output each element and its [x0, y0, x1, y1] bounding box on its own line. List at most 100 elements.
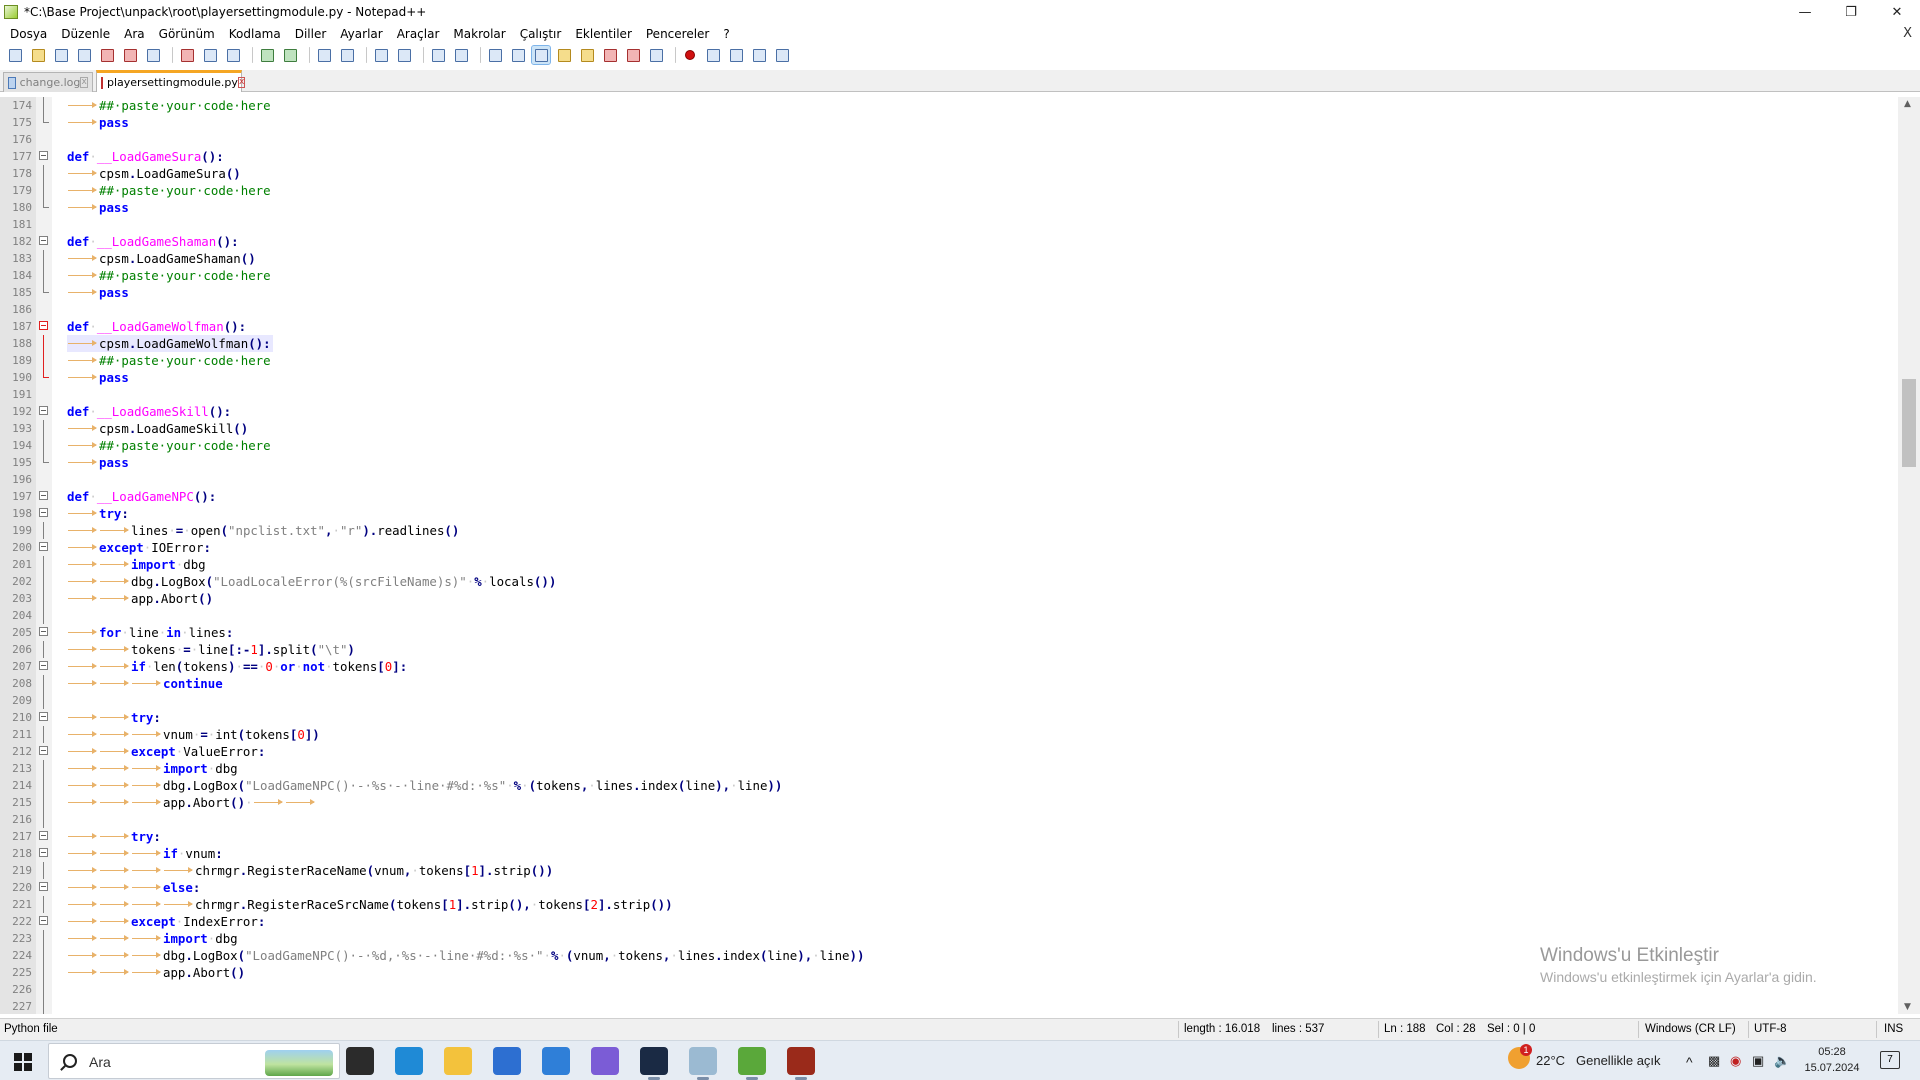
- cut-icon[interactable]: [178, 46, 196, 64]
- code-line[interactable]: 215 app.Abort()·: [0, 794, 1898, 811]
- notification-center-icon[interactable]: 7: [1880, 1051, 1900, 1069]
- code-line[interactable]: 200 except·IOError:: [0, 539, 1898, 556]
- close-window-button[interactable]: ✕: [1874, 0, 1920, 24]
- fold-toggle-icon[interactable]: [37, 539, 51, 556]
- folder-workspace-icon[interactable]: [624, 46, 642, 64]
- status-insert-mode[interactable]: INS: [1884, 1023, 1903, 1035]
- fold-toggle-icon[interactable]: [37, 488, 51, 505]
- run-macro-multiple-icon[interactable]: [750, 46, 768, 64]
- code-text-area[interactable]: 174 ##·paste·your·code·here 175 pass 176 177 d…: [0, 97, 1898, 1014]
- fold-toggle-icon[interactable]: [37, 148, 51, 165]
- code-line[interactable]: 184 ##·paste·your·code·here: [0, 267, 1898, 284]
- code-line[interactable]: 178 cpsm.LoadGameSura(): [0, 165, 1898, 182]
- weather-description[interactable]: Genellikle açık: [1576, 1053, 1661, 1068]
- code-line[interactable]: 175 pass: [0, 114, 1898, 131]
- tab-change-log[interactable]: change.log x: [3, 72, 93, 92]
- code-line[interactable]: 222 except·IndexError:: [0, 913, 1898, 930]
- weather-temperature[interactable]: 22°C: [1536, 1053, 1565, 1068]
- close-icon[interactable]: [98, 46, 116, 64]
- code-line[interactable]: 208 continue: [0, 675, 1898, 692]
- store-icon[interactable]: [493, 1047, 521, 1075]
- code-line[interactable]: 202 dbg.LogBox("LoadLocaleError(%(srcFile…: [0, 573, 1898, 590]
- zoom-in-icon[interactable]: [372, 46, 390, 64]
- code-line[interactable]: 182 def·__LoadGameShaman():: [0, 233, 1898, 250]
- tray-network-alert-icon[interactable]: ◉: [1730, 1053, 1741, 1069]
- minimize-button[interactable]: —: [1782, 0, 1828, 24]
- undo-icon[interactable]: [258, 46, 276, 64]
- code-line[interactable]: 192 def·__LoadGameSkill():: [0, 403, 1898, 420]
- tray-chevron-icon[interactable]: ^: [1686, 1054, 1693, 1070]
- menu-help[interactable]: ?: [716, 27, 736, 41]
- tab-close-icon[interactable]: x: [237, 77, 246, 88]
- code-line[interactable]: 213 import·dbg: [0, 760, 1898, 777]
- code-line[interactable]: 198 try:: [0, 505, 1898, 522]
- play-macro-icon[interactable]: [727, 46, 745, 64]
- fold-toggle-icon[interactable]: [37, 709, 51, 726]
- new-file-icon[interactable]: [6, 46, 24, 64]
- menu-pencereler[interactable]: Pencereler: [639, 27, 716, 41]
- code-line[interactable]: 194 ##·paste·your·code·here: [0, 437, 1898, 454]
- fold-toggle-icon[interactable]: [37, 845, 51, 862]
- code-line[interactable]: 219 chrmgr.RegisterRaceName(vnum,·tokens[…: [0, 862, 1898, 879]
- code-line[interactable]: 176: [0, 131, 1898, 148]
- replace-icon[interactable]: [338, 46, 356, 64]
- notepad-icon[interactable]: [689, 1047, 717, 1080]
- windows-start-icon[interactable]: [14, 1053, 32, 1071]
- open-file-icon[interactable]: [29, 46, 47, 64]
- code-line[interactable]: 177 def·__LoadGameSura():: [0, 148, 1898, 165]
- fold-toggle-icon[interactable]: [37, 913, 51, 930]
- menu-kodlama[interactable]: Kodlama: [222, 27, 288, 41]
- menu-eklentiler[interactable]: Eklentiler: [568, 27, 639, 41]
- mail-icon[interactable]: [542, 1047, 570, 1075]
- status-encoding[interactable]: UTF-8: [1754, 1023, 1787, 1035]
- save-icon[interactable]: [52, 46, 70, 64]
- code-line[interactable]: 220 else:: [0, 879, 1898, 896]
- tray-network-icon[interactable]: ▣: [1752, 1053, 1764, 1069]
- code-line[interactable]: 188 cpsm.LoadGameWolfman():: [0, 335, 1898, 352]
- tab-close-icon[interactable]: x: [80, 77, 88, 88]
- menu-düzenle[interactable]: Düzenle: [54, 27, 117, 41]
- task-view-icon[interactable]: [346, 1047, 374, 1075]
- paste-icon[interactable]: [224, 46, 242, 64]
- save-macro-icon[interactable]: [773, 46, 791, 64]
- code-line[interactable]: 174 ##·paste·your·code·here: [0, 97, 1898, 114]
- zoom-out-icon[interactable]: [395, 46, 413, 64]
- file-explorer-icon[interactable]: [444, 1047, 472, 1075]
- menu-makrolar[interactable]: Makrolar: [446, 27, 512, 41]
- code-line[interactable]: 203 app.Abort(): [0, 590, 1898, 607]
- code-line[interactable]: 204: [0, 607, 1898, 624]
- close-document-button[interactable]: X: [1903, 26, 1912, 41]
- udl-icon[interactable]: [555, 46, 573, 64]
- menu-dosya[interactable]: Dosya: [3, 27, 54, 41]
- code-line[interactable]: 212 except·ValueError:: [0, 743, 1898, 760]
- code-line[interactable]: 207 if·len(tokens)·==·0·or·not·tokens[0]:: [0, 658, 1898, 675]
- fold-toggle-icon[interactable]: [37, 318, 51, 335]
- redo-icon[interactable]: [281, 46, 299, 64]
- taskbar-search-box[interactable]: Ara: [48, 1043, 340, 1079]
- code-line[interactable]: 216: [0, 811, 1898, 828]
- fold-toggle-icon[interactable]: [37, 743, 51, 760]
- code-line[interactable]: 218 if·vnum:: [0, 845, 1898, 862]
- doc-map-icon[interactable]: [578, 46, 596, 64]
- copy-icon[interactable]: [201, 46, 219, 64]
- fold-toggle-icon[interactable]: [37, 624, 51, 641]
- fold-toggle-icon[interactable]: [37, 505, 51, 522]
- code-editor[interactable]: 174 ##·paste·your·code·here 175 pass 176 177 d…: [0, 97, 1920, 1014]
- edge-icon[interactable]: [395, 1047, 423, 1075]
- show-all-chars-icon[interactable]: [509, 46, 527, 64]
- fold-toggle-icon[interactable]: [37, 403, 51, 420]
- stop-macro-icon[interactable]: [704, 46, 722, 64]
- record-macro-icon[interactable]: [681, 46, 699, 64]
- code-line[interactable]: 190 pass: [0, 369, 1898, 386]
- code-line[interactable]: 214 dbg.LogBox("LoadGameNPC()·-·%s·-·line…: [0, 777, 1898, 794]
- fold-toggle-icon[interactable]: [37, 879, 51, 896]
- menu-diller[interactable]: Diller: [288, 27, 334, 41]
- copilot-icon[interactable]: [591, 1047, 619, 1075]
- menu-görünüm[interactable]: Görünüm: [152, 27, 222, 41]
- code-line[interactable]: 221 chrmgr.RegisterRaceSrcName(tokens[1].…: [0, 896, 1898, 913]
- sync-vertical-icon[interactable]: [429, 46, 447, 64]
- close-all-icon[interactable]: [121, 46, 139, 64]
- fold-toggle-icon[interactable]: [37, 828, 51, 845]
- monitoring-icon[interactable]: [647, 46, 665, 64]
- taskbar-clock[interactable]: 05:28 15.07.2024: [1800, 1044, 1864, 1076]
